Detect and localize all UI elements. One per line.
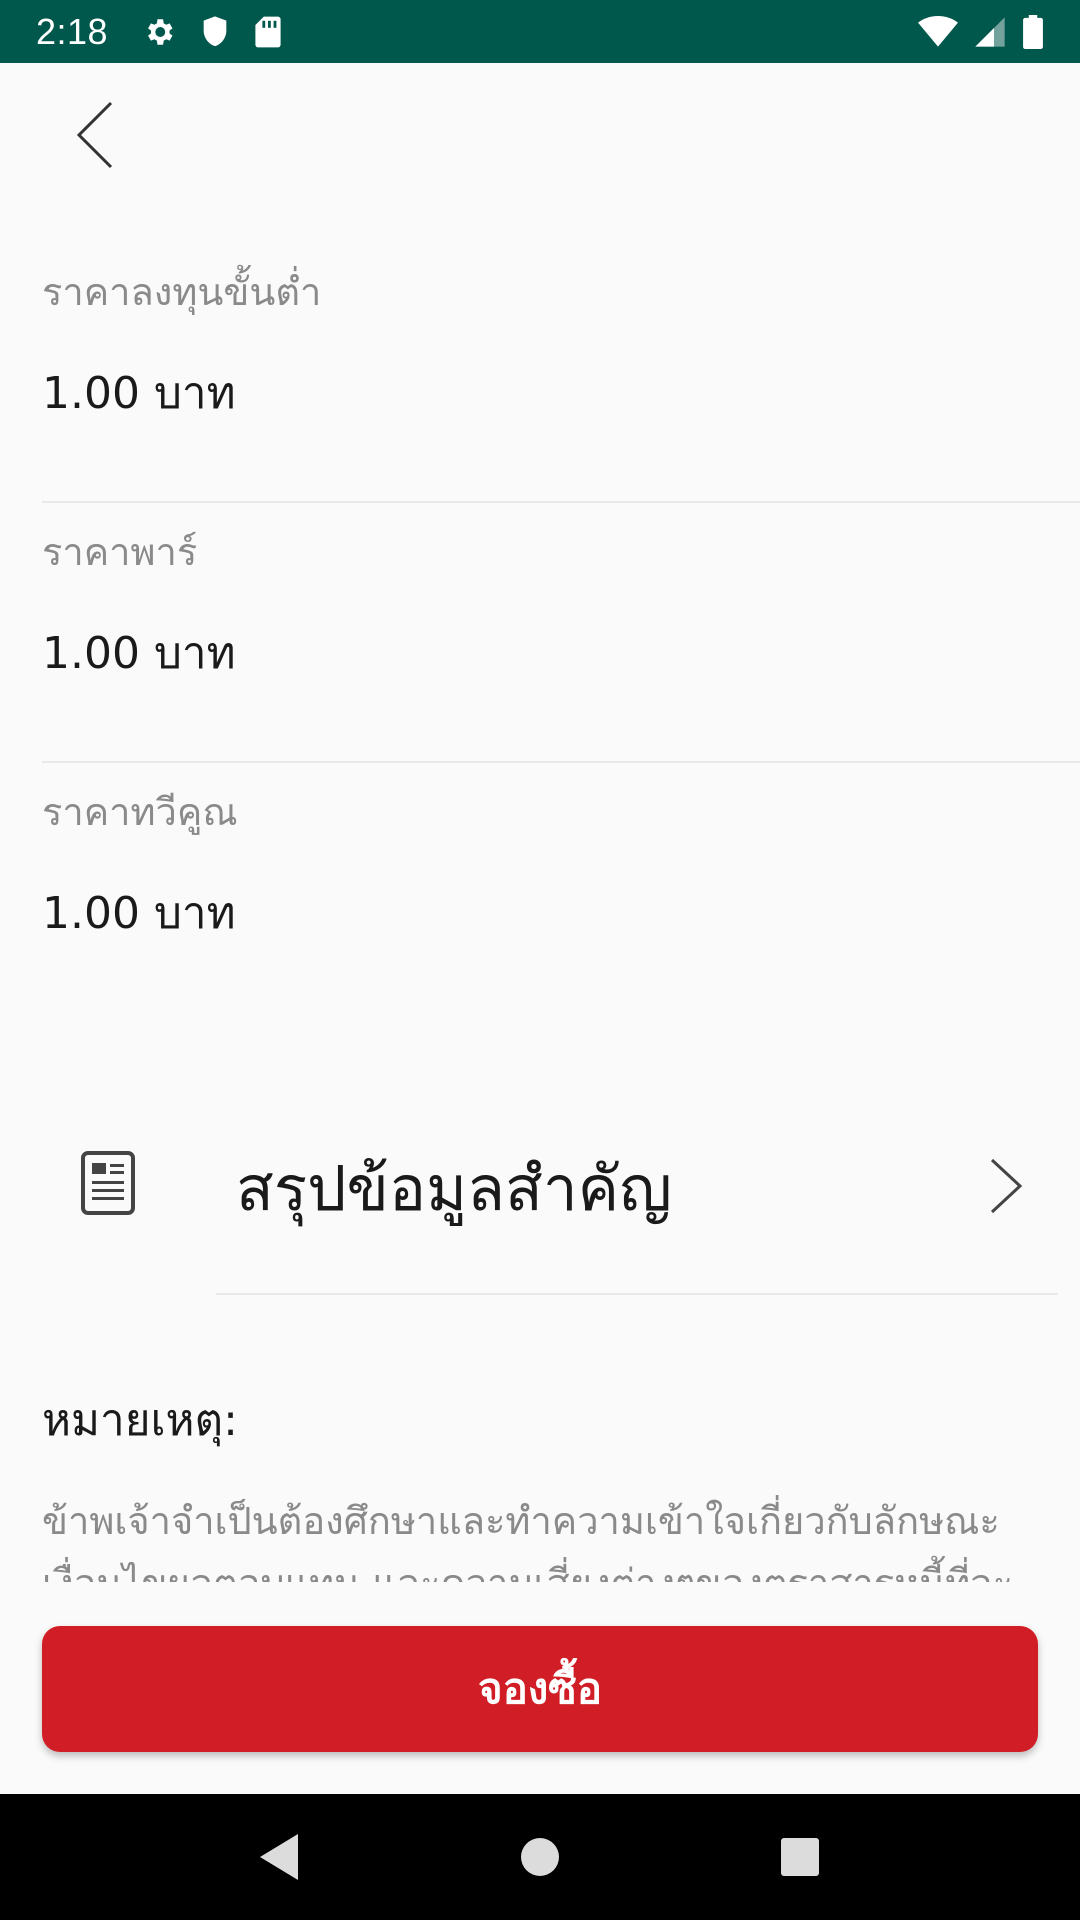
note-title: หมายเหตุ: [42,1395,238,1446]
summary-link-row[interactable]: สรุปข้อมูลสำคัญ [0,1120,1080,1295]
summary-title: สรุปข้อมูลสำคัญ [236,1152,672,1225]
sd-card-icon [254,15,282,49]
signal-icon [974,16,1006,48]
nav-home-button[interactable] [495,1812,585,1902]
shield-icon [200,15,230,49]
settings-icon [142,15,176,49]
info-label: ราคาทวีคูณ [42,790,238,834]
info-row-min-investment: ราคาลงทุนขั้นต่ำ 1.00 บาท [42,243,1080,503]
status-left: 2:18 [36,11,282,53]
status-time: 2:18 [36,10,109,52]
info-value: 1.00 บาท [42,628,236,679]
summary-divider [216,1293,1058,1295]
status-right [918,14,1044,49]
recents-square-icon [781,1838,819,1876]
info-value: 1.00 บาท [42,368,236,419]
info-row-par-price: ราคาพาร์ 1.00 บาท [42,503,1080,763]
info-label: ราคาลงทุนขั้นต่ำ [42,270,322,314]
note-scroll-area[interactable]: ข้าพเจ้าจำเป็นต้องศึกษาและทำความเข้าใจเก… [42,1490,1042,1582]
reserve-button[interactable]: จองซื้อ [42,1626,1038,1752]
home-circle-icon [521,1838,559,1876]
chevron-left-icon [76,101,113,169]
wifi-icon [918,15,958,48]
back-button[interactable] [60,95,130,175]
back-triangle-icon [260,1834,298,1880]
battery-icon [1022,14,1044,49]
nav-recents-button[interactable] [755,1812,845,1902]
note-text: ข้าพเจ้าจำเป็นต้องศึกษาและทำความเข้าใจเก… [42,1499,1013,1582]
info-value: 1.00 บาท [42,888,236,939]
nav-back-button[interactable] [235,1812,325,1902]
document-icon [81,1151,135,1215]
info-label: ราคาพาร์ [42,530,198,574]
navigation-bar [0,1794,1080,1920]
chevron-right-icon [990,1158,1023,1214]
info-row-multiple-price: ราคาทวีคูณ 1.00 บาท [42,763,1080,1023]
status-bar: 2:18 [0,0,1080,63]
